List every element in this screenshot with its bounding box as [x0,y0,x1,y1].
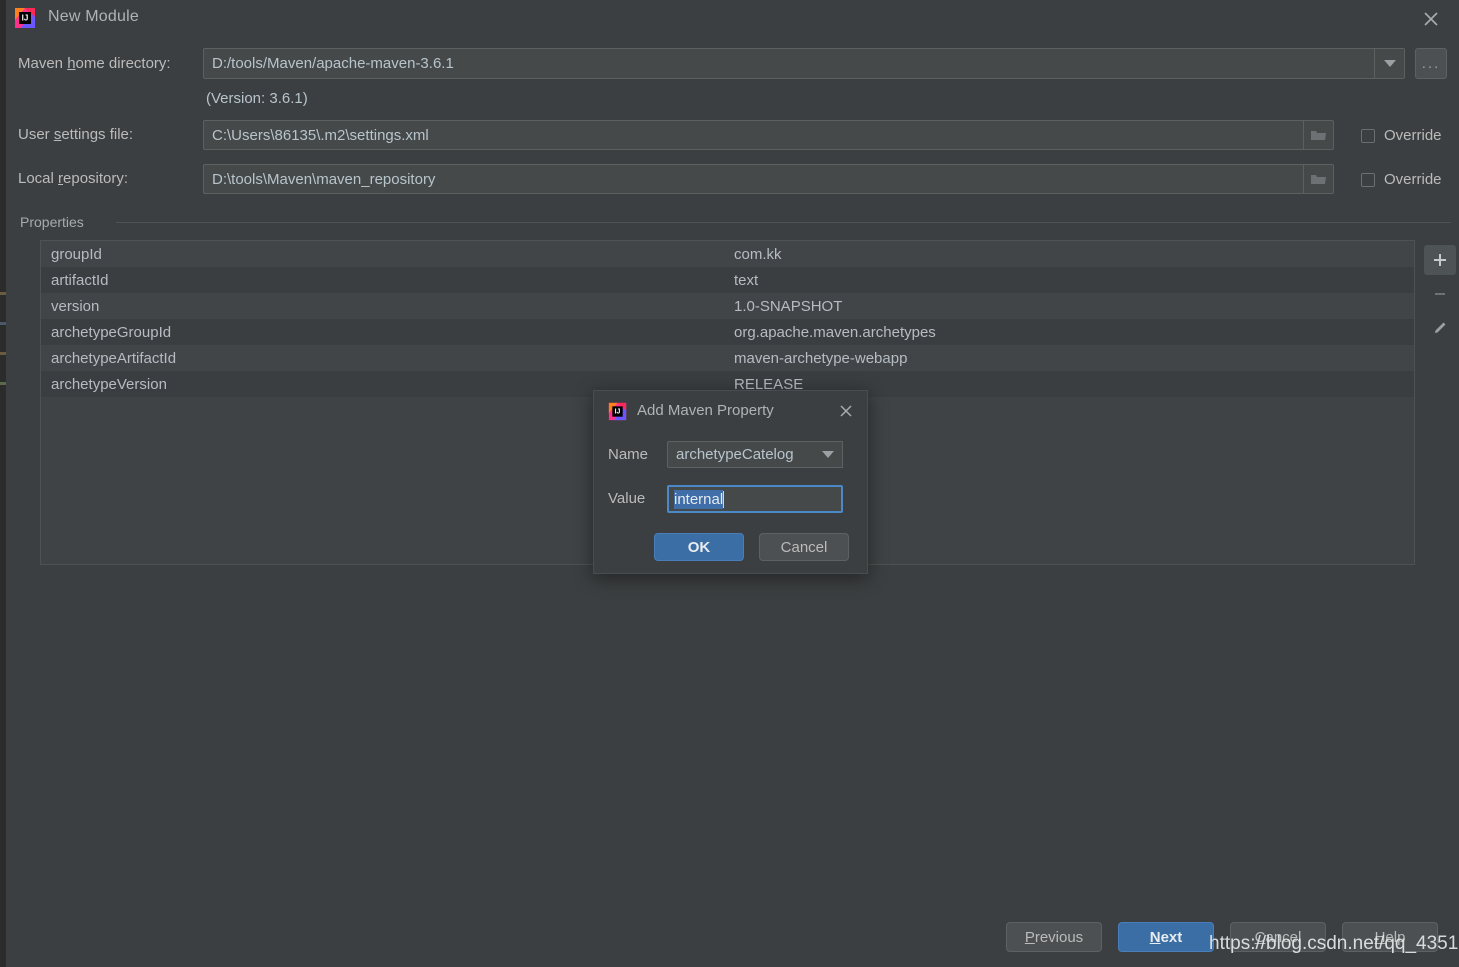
maven-home-input[interactable]: D:/tools/Maven/apache-maven-3.6.1 [203,48,1405,79]
dialog-title: New Module [48,8,139,25]
previous-label: Previous [1024,928,1084,946]
maven-version-note: (Version: 3.6.1) [206,90,308,107]
modal-name-combobox[interactable]: archetypeCatelog [667,441,822,468]
remove-property-button[interactable] [1424,279,1456,309]
maven-home-browse-button[interactable]: ... [1415,48,1447,79]
modal-value-label: Value [608,490,646,507]
local-repository-folder-icon[interactable] [1303,165,1333,193]
table-row[interactable]: archetypeArtifactId maven-archetype-weba… [41,345,1414,371]
minus-icon [1435,293,1445,295]
folder-icon [1311,175,1326,184]
text-caret [723,490,725,508]
user-settings-override-checkbox[interactable]: Override [1361,127,1442,144]
intellij-idea-logo-icon: IJ [14,7,36,29]
modal-ok-button[interactable]: OK [654,533,744,561]
maven-home-dropdown-chevron-down-icon[interactable] [1374,49,1404,78]
modal-value-input[interactable]: internal [667,485,843,513]
svg-text:IJ: IJ [22,14,29,23]
browse-ellipsis-label: ... [1421,55,1441,72]
modal-name-dropdown-button[interactable] [813,441,843,468]
property-value: 1.0-SNAPSHOT [734,297,843,315]
pencil-icon [1435,322,1446,333]
local-repository-value: D:\tools\Maven\maven_repository [212,170,436,188]
override-label: Override [1384,171,1442,188]
chevron-down-icon [821,451,834,458]
modal-close-icon[interactable] [837,402,855,420]
local-repository-label: Local repository: [18,170,129,187]
folder-icon [1311,131,1326,140]
override-label: Override [1384,127,1442,144]
property-name: version [51,297,100,315]
user-settings-folder-icon[interactable] [1303,121,1333,149]
plus-icon [1434,254,1446,266]
add-property-button[interactable] [1424,245,1456,275]
user-settings-file-label: User settings file: [18,126,134,143]
chevron-down-icon [1383,60,1396,67]
properties-separator [116,222,1451,223]
intellij-idea-logo-icon: IJ [608,402,627,421]
help-label: Help [1374,928,1406,946]
next-button[interactable]: Next [1118,922,1214,952]
cancel-button[interactable]: Cancel [1230,922,1326,952]
table-row[interactable]: archetypeGroupId org.apache.maven.archet… [41,319,1414,345]
cancel-label: Cancel [1254,928,1302,946]
svg-text:IJ: IJ [615,409,621,416]
modal-ok-label: OK [687,538,711,556]
close-icon[interactable] [1419,7,1443,31]
property-value: org.apache.maven.archetypes [734,323,936,341]
table-row[interactable]: version 1.0-SNAPSHOT [41,293,1414,319]
user-settings-file-value: C:\Users\86135\.m2\settings.xml [212,126,429,144]
property-value: com.kk [734,245,782,263]
modal-title: Add Maven Property [637,402,774,419]
dialog-titlebar: IJ New Module [6,0,1459,38]
properties-section-title: Properties [20,214,92,230]
table-row[interactable]: groupId com.kk [41,241,1414,267]
add-maven-property-dialog: IJ Add Maven Property Name archetypeCate… [593,390,868,574]
edit-property-button[interactable] [1424,313,1456,343]
properties-table-toolbar [1417,241,1459,351]
modal-cancel-label: Cancel [780,538,828,556]
local-repository-override-checkbox[interactable]: Override [1361,171,1442,188]
checkbox-box [1361,128,1375,143]
property-name: archetypeGroupId [51,323,172,341]
next-label: Next [1149,928,1183,946]
maven-home-value: D:/tools/Maven/apache-maven-3.6.1 [212,55,454,72]
property-name: artifactId [51,271,109,289]
property-value: text [734,271,759,289]
checkbox-box [1361,172,1375,187]
maven-home-label: Maven home directory: [18,55,171,72]
user-settings-file-input[interactable]: C:\Users\86135\.m2\settings.xml [203,120,1334,150]
previous-button[interactable]: Previous [1006,922,1102,952]
help-button[interactable]: Help [1342,922,1438,952]
property-name: archetypeArtifactId [51,349,177,367]
modal-name-value: archetypeCatelog [676,446,794,463]
local-repository-input[interactable]: D:\tools\Maven\maven_repository [203,164,1334,194]
modal-value-text: internal [674,489,724,509]
table-row[interactable]: artifactId text [41,267,1414,293]
modal-name-label: Name [608,446,649,463]
modal-cancel-button[interactable]: Cancel [759,533,849,561]
property-name: groupId [51,245,102,263]
property-value: maven-archetype-webapp [734,349,908,367]
